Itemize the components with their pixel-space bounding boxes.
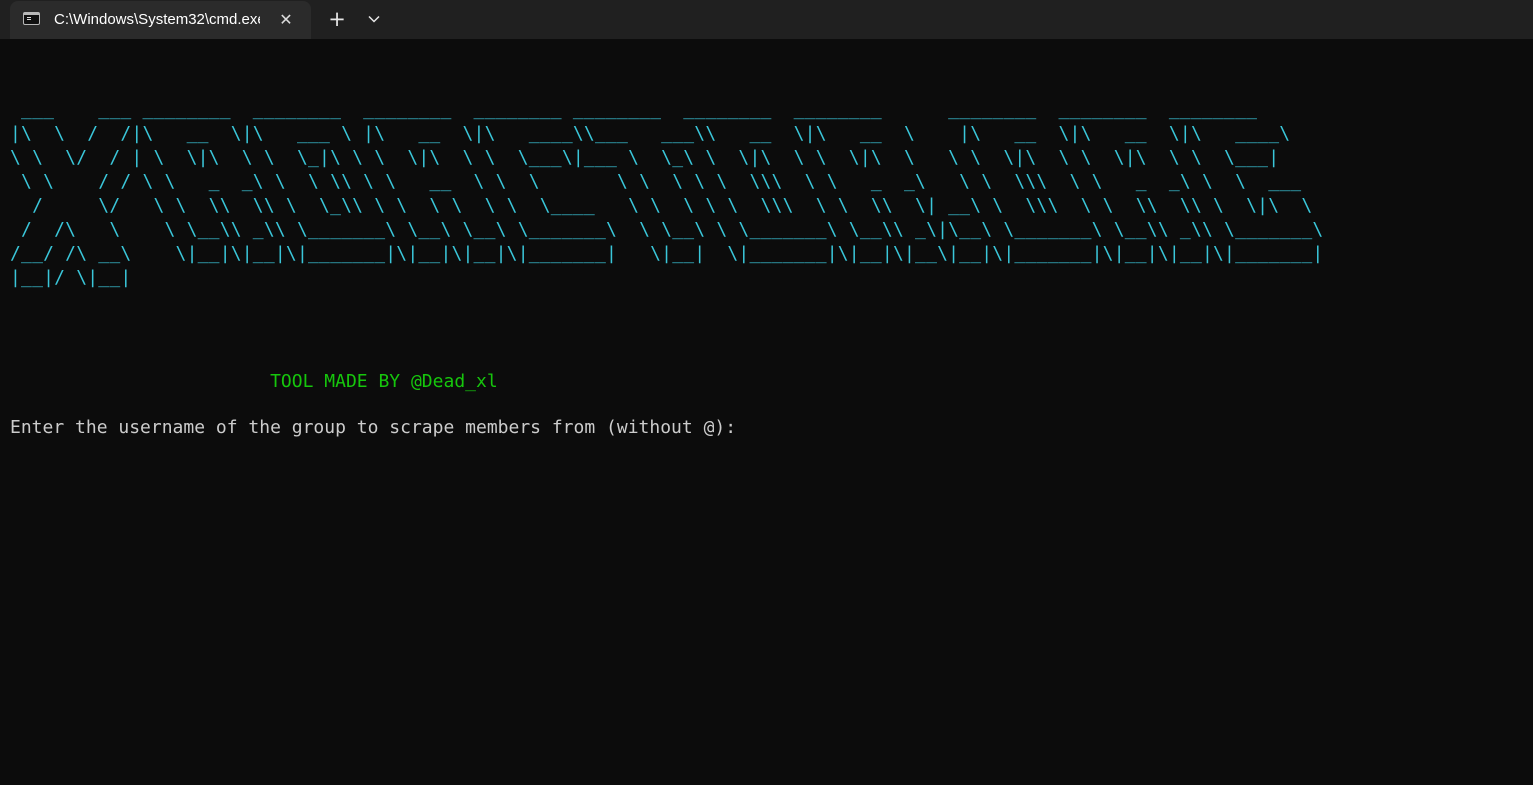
new-tab-button[interactable]: + [322,6,352,32]
terminal-window: C:\Windows\System32\cmd.exe ✕ + ___ ___ … [0,0,1533,785]
tab-title: C:\Windows\System32\cmd.exe [54,11,260,28]
credit-line: TOOL MADE BY @Dead_xl [10,371,498,392]
tab-cmd[interactable]: C:\Windows\System32\cmd.exe ✕ [10,1,311,39]
chevron-down-icon [368,15,380,23]
tab-dropdown-button[interactable] [360,6,388,32]
input-prompt: Enter the username of the group to scrap… [10,417,737,438]
console-icon [23,12,40,25]
tab-strip: C:\Windows\System32\cmd.exe ✕ + [0,0,1533,39]
close-tab-button[interactable]: ✕ [274,8,298,32]
console-output[interactable]: ___ ___ ________ ________ ________ _____… [0,39,1533,785]
ascii-banner: ___ ___ ________ ________ ________ _____… [10,99,1324,288]
